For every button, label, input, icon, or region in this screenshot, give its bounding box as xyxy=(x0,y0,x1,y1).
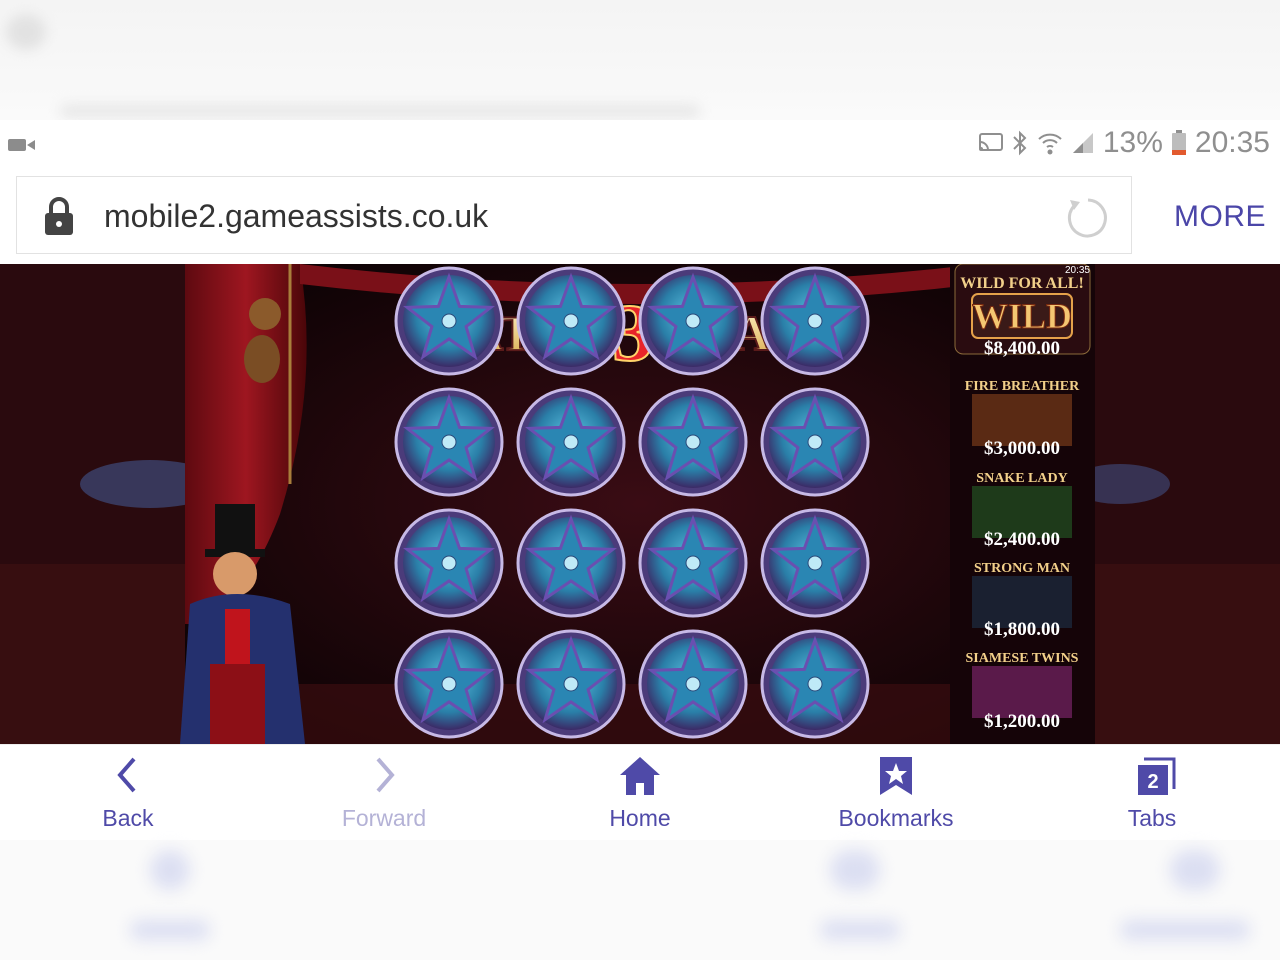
bookmarks-label: Bookmarks xyxy=(838,805,954,831)
scratch-tile[interactable] xyxy=(394,629,504,739)
tabs-label: Tabs xyxy=(1127,805,1177,831)
paytable-prize: $1,800.00 xyxy=(984,619,1060,640)
scratch-tile[interactable] xyxy=(516,508,626,618)
scratch-tile[interactable] xyxy=(760,629,870,739)
scratch-tile[interactable] xyxy=(638,508,748,618)
paytable-prize: $8,400.00 xyxy=(984,338,1060,359)
paytable: $8,400.00 FIRE BREATHER $3,000.00 SNAKE LAD… xyxy=(965,338,1080,732)
cast-icon xyxy=(978,133,1003,151)
back-button[interactable]: Back xyxy=(0,745,256,841)
chevron-right-icon xyxy=(376,757,395,793)
paytable-name: SNAKE LADY xyxy=(976,471,1067,486)
home-label: Home xyxy=(609,805,671,831)
blurred-background-top xyxy=(0,0,1280,120)
home-button[interactable]: Home xyxy=(512,745,768,841)
bottom-toolbar: Back Forward Home Bookmarks 2 Tabs xyxy=(0,744,1280,841)
scratch-tile[interactable] xyxy=(394,387,504,497)
url-text[interactable]: mobile2.gameassists.co.uk xyxy=(104,198,488,235)
clock-time: 20:35 xyxy=(1194,126,1270,159)
game-canvas[interactable]: MATCH 3 STARS WILD FOR ALL! WILD 20:35 $… xyxy=(0,264,1280,744)
blurred-background-bottom xyxy=(0,840,1280,960)
wild-header: WILD FOR ALL! xyxy=(960,275,1084,292)
back-label: Back xyxy=(102,805,154,831)
scratch-tile[interactable] xyxy=(516,387,626,497)
bookmarks-button[interactable]: Bookmarks xyxy=(768,745,1024,841)
wild-label: WILD xyxy=(972,296,1072,336)
scratch-tile[interactable] xyxy=(760,508,870,618)
paytable-prize: $1,200.00 xyxy=(984,711,1060,732)
scratch-tile[interactable] xyxy=(394,508,504,618)
forward-label: Forward xyxy=(341,805,427,831)
tabs-button[interactable]: 2 Tabs xyxy=(1024,745,1280,841)
home-icon xyxy=(620,757,660,795)
lock-icon xyxy=(45,197,73,235)
forward-button[interactable]: Forward xyxy=(256,745,512,841)
paytable-name: FIRE BREATHER xyxy=(965,379,1080,394)
scratch-tile[interactable] xyxy=(638,266,748,376)
chevron-left-icon xyxy=(117,757,136,793)
scratch-tile[interactable] xyxy=(760,266,870,376)
paytable-name: SIAMESE TWINS xyxy=(966,651,1079,666)
scratch-tile[interactable] xyxy=(516,266,626,376)
bluetooth-icon xyxy=(1013,130,1027,156)
paytable-prize: $3,000.00 xyxy=(984,438,1060,459)
tabs-icon: 2 xyxy=(1138,757,1176,795)
signal-icon xyxy=(1072,133,1093,153)
scratch-tile[interactable] xyxy=(760,387,870,497)
tabs-count: 2 xyxy=(1147,771,1158,793)
battery-icon xyxy=(1171,130,1186,155)
scratch-tile[interactable] xyxy=(394,266,504,376)
paytable-name: STRONG MAN xyxy=(974,561,1070,576)
bookmark-icon xyxy=(880,757,912,795)
scratch-tile[interactable] xyxy=(516,629,626,739)
battery-percent: 13% xyxy=(1102,126,1163,159)
status-icons: 13% 20:35 xyxy=(978,126,1270,160)
more-button[interactable]: MORE xyxy=(1174,200,1266,234)
scratch-tile[interactable] xyxy=(638,387,748,497)
wifi-icon xyxy=(1038,133,1062,155)
reload-icon[interactable] xyxy=(1066,196,1110,240)
scratch-tile[interactable] xyxy=(638,629,748,739)
video-camera-icon xyxy=(8,138,36,152)
game-clock: 20:35 xyxy=(1065,265,1090,276)
paytable-prize: $2,400.00 xyxy=(984,529,1060,550)
